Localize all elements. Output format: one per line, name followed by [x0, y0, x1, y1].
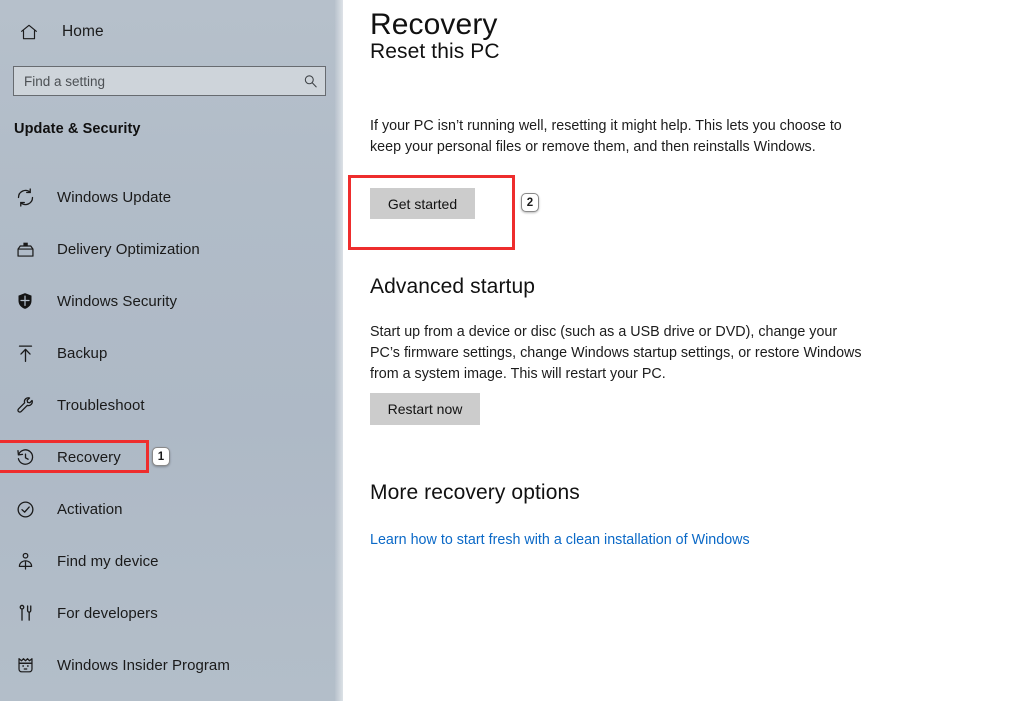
home-icon — [16, 19, 42, 45]
more-recovery-options-heading: More recovery options — [370, 481, 580, 504]
step-badge-1: 1 — [152, 447, 170, 466]
sidebar-item-label: Windows Update — [57, 188, 172, 206]
reset-this-pc-heading: Reset this PC — [370, 40, 500, 63]
sidebar-item-label: Troubleshoot — [57, 396, 145, 414]
sidebar-item-label: For developers — [57, 604, 158, 622]
sidebar-item-activation[interactable]: Activation — [0, 483, 343, 535]
sidebar-item-label: Windows Security — [57, 292, 178, 310]
sidebar-item-home-label: Home — [62, 23, 104, 40]
sidebar-item-recovery[interactable]: Recovery — [0, 431, 343, 483]
refresh-icon — [12, 184, 38, 210]
sidebar-item-label: Backup — [57, 344, 108, 362]
sidebar-item-label: Activation — [57, 500, 123, 518]
step-badge-2: 2 — [521, 193, 539, 212]
shield-icon — [12, 288, 38, 314]
sidebar-item-delivery-optimization[interactable]: Delivery Optimization — [0, 223, 343, 275]
tools-icon — [12, 600, 38, 626]
advanced-startup-description: Start up from a device or disc (such as … — [370, 324, 862, 382]
search-box[interactable] — [13, 66, 326, 96]
page-title: Recovery — [370, 8, 498, 41]
restart-now-button[interactable]: Restart now — [370, 393, 480, 425]
sidebar-nav-list: Windows Update Delivery Optimization Win… — [0, 171, 343, 691]
search-input[interactable] — [14, 67, 295, 95]
sidebar-item-backup[interactable]: Backup — [0, 327, 343, 379]
settings-window: Home Update & Security — [0, 0, 1024, 701]
person-pin-icon — [12, 548, 38, 574]
sidebar-item-label: Windows Insider Program — [57, 656, 230, 674]
wrench-icon — [12, 392, 38, 418]
get-started-button[interactable]: Get started — [370, 188, 475, 219]
upload-arrow-icon — [12, 340, 38, 366]
clean-install-link[interactable]: Learn how to start fresh with a clean in… — [370, 532, 750, 548]
sidebar-edge-divider — [335, 0, 343, 701]
sidebar-item-windows-security[interactable]: Windows Security — [0, 275, 343, 327]
sidebar-item-find-my-device[interactable]: Find my device — [0, 535, 343, 587]
history-clock-icon — [12, 444, 38, 470]
sidebar-item-windows-insider-program[interactable]: Windows Insider Program — [0, 639, 343, 691]
sidebar-item-windows-update[interactable]: Windows Update — [0, 171, 343, 223]
delivery-box-icon — [12, 236, 38, 262]
sidebar-section-title: Update & Security — [14, 121, 141, 137]
main-content: Recovery Reset this PC If your PC isn’t … — [343, 0, 1024, 701]
sidebar-item-label: Delivery Optimization — [57, 240, 200, 258]
sidebar: Home Update & Security — [0, 0, 343, 701]
search-icon[interactable] — [295, 67, 325, 95]
check-circle-icon — [12, 496, 38, 522]
sidebar-item-for-developers[interactable]: For developers — [0, 587, 343, 639]
sidebar-item-label: Recovery — [57, 448, 121, 466]
ninjacat-icon — [12, 652, 38, 678]
sidebar-item-troubleshoot[interactable]: Troubleshoot — [0, 379, 343, 431]
reset-this-pc-description: If your PC isn’t running well, resetting… — [370, 118, 842, 155]
sidebar-item-label: Find my device — [57, 552, 159, 570]
sidebar-item-home[interactable]: Home — [8, 14, 208, 50]
advanced-startup-heading: Advanced startup — [370, 275, 536, 298]
